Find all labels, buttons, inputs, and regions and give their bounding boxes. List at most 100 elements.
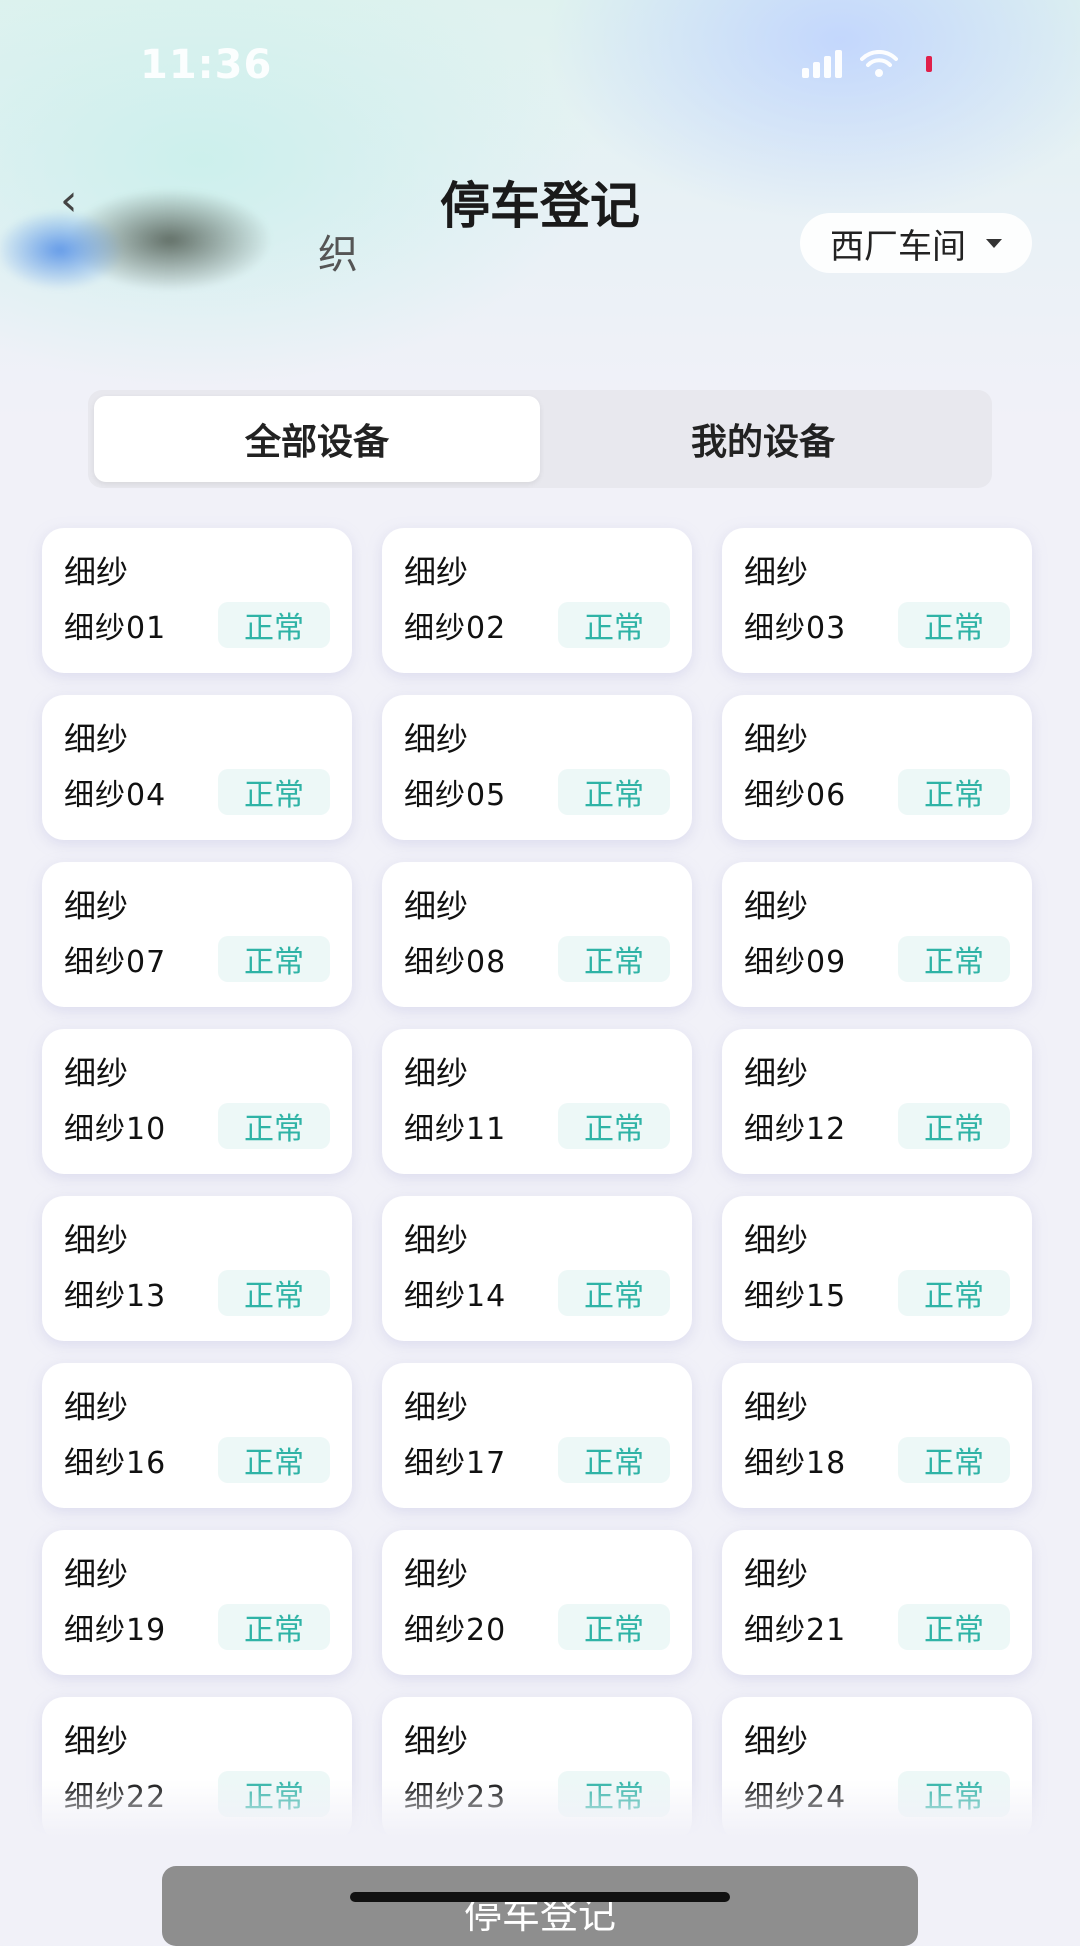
status-badge: 正常 [218, 769, 330, 815]
device-info-row: 细纱12 正常 [744, 1103, 1010, 1149]
home-indicator [350, 1892, 730, 1902]
status-badge: 正常 [558, 769, 670, 815]
status-badge: 正常 [898, 1270, 1010, 1316]
device-type: 细纱 [744, 553, 809, 591]
device-info-row: 细纱16 正常 [64, 1437, 330, 1483]
device-info-row: 细纱06 正常 [744, 769, 1010, 815]
status-badge: 正常 [558, 1270, 670, 1316]
status-time: 11:36 [140, 42, 273, 88]
device-info-row: 细纱19 正常 [64, 1604, 330, 1650]
device-card[interactable]: 细纱 细纱16 正常 [42, 1363, 352, 1508]
status-badge: 正常 [898, 936, 1010, 982]
device-info-row: 细纱07 正常 [64, 936, 330, 982]
device-info-row: 细纱10 正常 [64, 1103, 330, 1149]
signal-icon [802, 50, 842, 78]
device-name: 细纱01 [64, 611, 167, 646]
status-badge: 正常 [898, 1437, 1010, 1483]
device-card[interactable]: 细纱细纱13 正常 [42, 1196, 352, 1341]
status-badge: 正常 [218, 1437, 330, 1483]
device-name: 细纱03 [744, 611, 847, 646]
device-info-row: 细纱14 正常 [404, 1270, 670, 1316]
device-card[interactable]: 细纱细纱01 正常 [42, 528, 352, 673]
device-card[interactable]: 细纱 细纱12 正常 [722, 1029, 1032, 1174]
device-name: 细纱18 [744, 1446, 847, 1481]
device-type: 细纱 [404, 1388, 469, 1426]
device-info-row: 细纱18 正常 [744, 1437, 1010, 1483]
device-card[interactable]: 细纱 细纱05 正常 [382, 695, 692, 840]
status-badge: 正常 [898, 1103, 1010, 1149]
status-badge: 正常 [558, 602, 670, 648]
device-name: 细纱11 [404, 1112, 507, 1147]
device-type: 细纱 [404, 1221, 469, 1259]
device-info-row: 细纱09 正常 [744, 936, 1010, 982]
device-card[interactable]: 细纱 细纱10 正常 [42, 1029, 352, 1174]
device-card[interactable]: 细纱 细纱09 正常 [722, 862, 1032, 1007]
device-card[interactable]: 细纱细纱06 正常 [722, 695, 1032, 840]
status-badge: 正常 [218, 1604, 330, 1650]
device-info-row: 细纱04 正常 [64, 769, 330, 815]
device-type: 细纱 [404, 1555, 469, 1593]
device-name: 细纱13 [64, 1279, 167, 1314]
device-card[interactable]: 细纱细纱17 正常 [382, 1363, 692, 1508]
status-badge: 正常 [898, 602, 1010, 648]
register-button[interactable]: 停车登记 [162, 1866, 918, 1946]
device-name: 细纱06 [744, 778, 847, 813]
device-card[interactable]: 细纱细纱21 正常 [722, 1530, 1032, 1675]
device-card[interactable]: 细纱 细纱15 正常 [722, 1196, 1032, 1341]
status-badge: 正常 [218, 1103, 330, 1149]
wifi-icon [860, 50, 898, 78]
status-icons [802, 50, 932, 78]
status-badge: 正常 [558, 1103, 670, 1149]
caret-down-icon [986, 238, 1002, 248]
device-card[interactable]: 细纱细纱20 正常 [382, 1530, 692, 1675]
device-card[interactable]: 细纱细纱14 正常 [382, 1196, 692, 1341]
device-type: 细纱 [744, 1221, 809, 1259]
tab-my-devices[interactable]: 我的设备 [540, 396, 986, 482]
status-badge: 正常 [558, 936, 670, 982]
device-type: 细纱 [404, 887, 469, 925]
device-type: 细纱 [64, 887, 129, 925]
device-card[interactable]: 细纱细纱18 正常 [722, 1363, 1032, 1508]
status-badge: 正常 [218, 602, 330, 648]
status-badge: 正常 [218, 1270, 330, 1316]
device-name: 细纱08 [404, 945, 507, 980]
status-badge: 正常 [558, 1604, 670, 1650]
device-type: 细纱 [744, 1555, 809, 1593]
device-card[interactable]: 细纱细纱02 正常 [382, 528, 692, 673]
device-type: 细纱 [744, 720, 809, 758]
device-name: 细纱21 [744, 1613, 847, 1648]
device-type: 细纱 [404, 553, 469, 591]
device-type: 细纱 [64, 1221, 129, 1259]
status-badge: 正常 [558, 1437, 670, 1483]
workshop-dropdown[interactable]: 西厂车间 [800, 213, 1032, 273]
device-type: 细纱 [744, 1388, 809, 1426]
device-type: 细纱 [64, 553, 129, 591]
device-tabs: 全部设备 我的设备 [88, 390, 992, 488]
device-name: 细纱02 [404, 611, 507, 646]
device-info-row: 细纱08 正常 [404, 936, 670, 982]
device-name: 细纱07 [64, 945, 167, 980]
device-type: 细纱 [744, 1722, 809, 1760]
device-card[interactable]: 细纱细纱07 正常 [42, 862, 352, 1007]
device-name: 细纱19 [64, 1613, 167, 1648]
device-info-row: 细纱02 正常 [404, 602, 670, 648]
device-name: 细纱20 [404, 1613, 507, 1648]
device-info-row: 细纱01 正常 [64, 602, 330, 648]
device-card[interactable]: 细纱细纱19 正常 [42, 1530, 352, 1675]
status-badge: 正常 [898, 1604, 1010, 1650]
tab-all-devices[interactable]: 全部设备 [94, 396, 540, 482]
device-type: 细纱 [64, 1722, 129, 1760]
device-type: 细纱 [404, 1054, 469, 1092]
device-info-row: 细纱17 正常 [404, 1437, 670, 1483]
device-card[interactable]: 细纱 细纱04 正常 [42, 695, 352, 840]
device-card[interactable]: 细纱细纱08 正常 [382, 862, 692, 1007]
device-type: 细纱 [64, 1555, 129, 1593]
device-info-row: 细纱13 正常 [64, 1270, 330, 1316]
device-card[interactable]: 细纱细纱11 正常 [382, 1029, 692, 1174]
device-info-row: 细纱03 正常 [744, 602, 1010, 648]
device-info-row: 细纱05 正常 [404, 769, 670, 815]
status-badge: 正常 [898, 769, 1010, 815]
device-card[interactable]: 细纱细纱03 正常 [722, 528, 1032, 673]
device-name: 细纱04 [64, 778, 167, 813]
device-name: 细纱16 [64, 1446, 167, 1481]
